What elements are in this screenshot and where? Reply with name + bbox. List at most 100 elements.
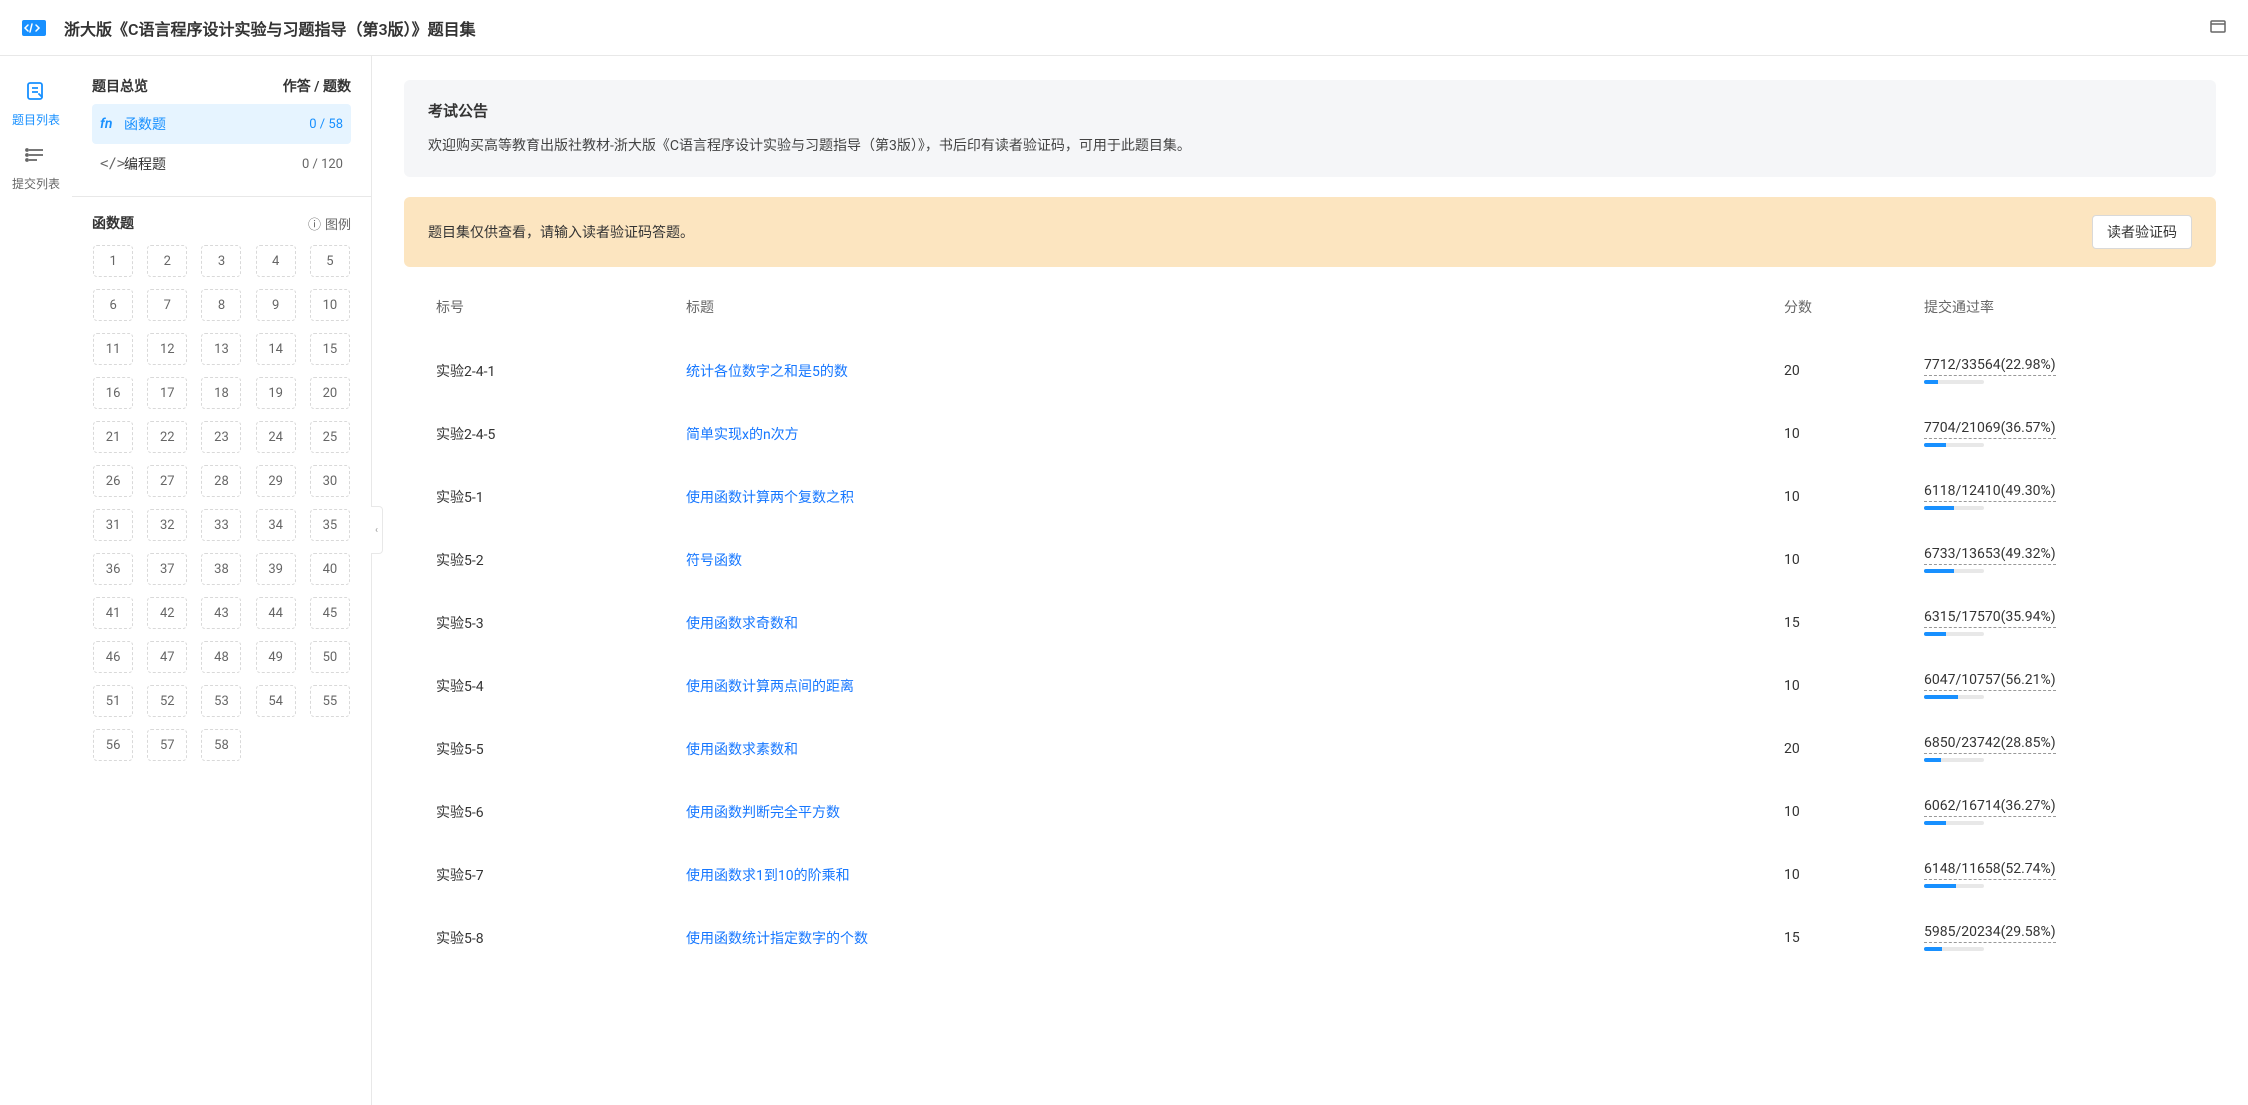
problem-cell[interactable]: 24 [256,421,296,453]
problem-cell[interactable]: 36 [93,553,133,585]
problem-cell[interactable]: 47 [147,641,187,673]
problem-code: 实验5-2 [436,550,686,570]
problem-title-link[interactable]: 使用函数判断完全平方数 [686,802,1784,822]
problem-cell[interactable]: 32 [147,509,187,541]
problem-cell[interactable]: 38 [201,553,241,585]
settings-icon[interactable] [2208,16,2228,40]
legend-link[interactable]: ⓘ 图例 [308,214,351,233]
problem-title-link[interactable]: 使用函数求素数和 [686,739,1784,759]
overview-title: 题目总览 [92,76,148,96]
warning-text: 题目集仅供查看，请输入读者验证码答题。 [428,222,694,242]
problem-cell[interactable]: 26 [93,465,133,497]
problem-cell[interactable]: 4 [256,245,296,277]
problem-pass-rate: 6148/11658(52.74%) [1924,861,2184,888]
problem-cell[interactable]: 42 [147,597,187,629]
rail-label: 题目列表 [12,111,60,128]
problem-title-link[interactable]: 使用函数计算两个复数之积 [686,487,1784,507]
table-row: 实验5-6使用函数判断完全平方数106062/16714(36.27%) [404,780,2216,843]
problem-pass-rate: 6315/17570(35.94%) [1924,609,2184,636]
problem-title-link[interactable]: 统计各位数字之和是5的数 [686,361,1784,381]
rail-item-submissions[interactable]: 提交列表 [6,136,66,200]
problem-cell[interactable]: 14 [256,333,296,365]
problem-cell[interactable]: 19 [256,377,296,409]
problem-cell[interactable]: 54 [256,685,296,717]
problem-cell[interactable]: 23 [201,421,241,453]
problem-cell[interactable]: 28 [201,465,241,497]
problem-cell[interactable]: 57 [147,729,187,761]
problem-code: 实验5-4 [436,676,686,696]
problem-cell[interactable]: 16 [93,377,133,409]
problem-cell[interactable]: 12 [147,333,187,365]
problem-cell[interactable]: 29 [256,465,296,497]
problem-cell[interactable]: 35 [310,509,350,541]
problem-cell[interactable]: 41 [93,597,133,629]
problem-cell[interactable]: 13 [201,333,241,365]
problem-cell[interactable]: 25 [310,421,350,453]
problem-cell[interactable]: 52 [147,685,187,717]
problem-code: 实验5-7 [436,865,686,885]
problem-cell[interactable]: 46 [93,641,133,673]
problem-cell[interactable]: 49 [256,641,296,673]
table-row: 实验5-4使用函数计算两点间的距离106047/10757(56.21%) [404,654,2216,717]
problem-cell[interactable]: 11 [93,333,133,365]
problem-cell[interactable]: 30 [310,465,350,497]
problem-cell[interactable]: 43 [201,597,241,629]
problem-cell[interactable]: 9 [256,289,296,321]
problem-cell[interactable]: 44 [256,597,296,629]
problem-cell[interactable]: 45 [310,597,350,629]
verify-button[interactable]: 读者验证码 [2092,215,2192,249]
chevron-left-icon: ‹ [375,525,378,536]
problem-pass-rate: 7712/33564(22.98%) [1924,357,2184,384]
header-score: 分数 [1784,297,1924,317]
problem-pass-rate: 5985/20234(29.58%) [1924,924,2184,951]
problem-cell[interactable]: 31 [93,509,133,541]
problem-cell[interactable]: 53 [201,685,241,717]
problem-title-link[interactable]: 使用函数求奇数和 [686,613,1784,633]
table-row: 实验5-8使用函数统计指定数字的个数155985/20234(29.58%) [404,906,2216,969]
problem-cell[interactable]: 17 [147,377,187,409]
problem-pass-rate: 6062/16714(36.27%) [1924,798,2184,825]
problem-cell[interactable]: 5 [310,245,350,277]
problem-title-link[interactable]: 符号函数 [686,550,1784,570]
problem-cell[interactable]: 50 [310,641,350,673]
problem-cell[interactable]: 34 [256,509,296,541]
problem-title-link[interactable]: 使用函数统计指定数字的个数 [686,928,1784,948]
problem-title-link[interactable]: 使用函数求1到10的阶乘和 [686,865,1784,885]
collapse-handle[interactable]: ‹ [371,506,383,554]
table-header: 标号 标题 分数 提交通过率 [404,275,2216,339]
problem-cell[interactable]: 27 [147,465,187,497]
overview-row-coding[interactable]: </> 编程题 0 / 120 [92,144,351,184]
problem-cell[interactable]: 40 [310,553,350,585]
problem-score: 15 [1784,615,1924,631]
row-label: 函数题 [124,114,166,134]
notice-title: 考试公告 [428,100,2192,121]
problem-cell[interactable]: 21 [93,421,133,453]
problem-cell[interactable]: 56 [93,729,133,761]
problem-cell[interactable]: 10 [310,289,350,321]
problem-cell[interactable]: 58 [201,729,241,761]
problem-cell[interactable]: 55 [310,685,350,717]
problem-title-link[interactable]: 简单实现x的n次方 [686,424,1784,444]
problem-code: 实验2-4-5 [436,424,686,444]
problem-cell[interactable]: 3 [201,245,241,277]
problem-cell[interactable]: 15 [310,333,350,365]
problem-title-link[interactable]: 使用函数计算两点间的距离 [686,676,1784,696]
problem-cell[interactable]: 2 [147,245,187,277]
problem-cell[interactable]: 6 [93,289,133,321]
problem-cell[interactable]: 7 [147,289,187,321]
problem-cell[interactable]: 22 [147,421,187,453]
problem-cell[interactable]: 39 [256,553,296,585]
problem-cell[interactable]: 20 [310,377,350,409]
problem-score: 10 [1784,552,1924,568]
problem-cell[interactable]: 8 [201,289,241,321]
problem-cell[interactable]: 37 [147,553,187,585]
problem-cell[interactable]: 48 [201,641,241,673]
rail-item-problems[interactable]: 题目列表 [6,72,66,136]
problem-cell[interactable]: 1 [93,245,133,277]
problem-cell[interactable]: 33 [201,509,241,541]
overview-row-function[interactable]: fn 函数题 0 / 58 [92,104,351,144]
problem-cell[interactable]: 18 [201,377,241,409]
problem-cell[interactable]: 51 [93,685,133,717]
header-title: 标题 [686,297,1784,317]
problem-grid: 1234567891011121314151617181920212223242… [72,245,371,781]
